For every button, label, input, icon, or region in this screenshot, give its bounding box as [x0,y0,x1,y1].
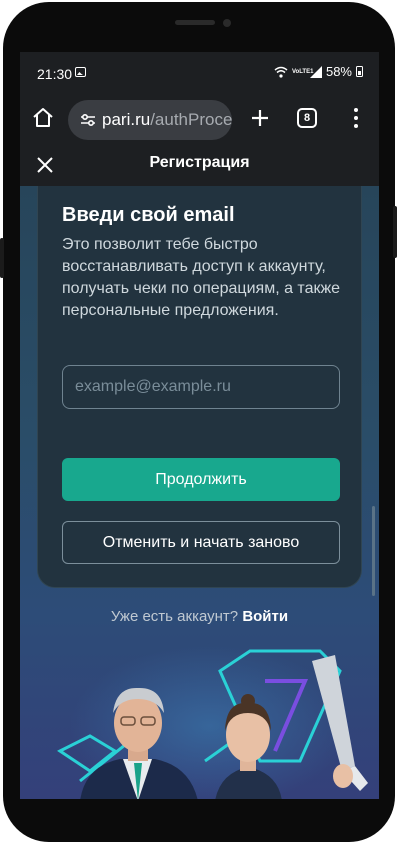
email-input[interactable] [62,365,340,409]
front-camera [223,19,231,27]
restart-button[interactable]: Отменить и начать заново [62,521,340,564]
tab-switcher-button[interactable]: 8 [297,108,317,128]
screen: 21:30 VoLTE1 58% pari.ru/authProce 8 Рег… [20,52,379,799]
volte-label: VoLTE1 [291,68,314,75]
continue-button[interactable]: Продолжить [62,458,340,501]
gallery-notification-icon [75,67,86,77]
wifi-icon [274,66,288,78]
app-header: Регистрация [20,148,379,186]
url-path: /authProce [150,110,232,129]
login-prompt-text: Уже есть аккаунт? [110,608,239,625]
login-link[interactable]: Войти [242,608,288,625]
battery-percent: 58% [325,64,352,79]
new-tab-icon[interactable] [248,106,272,130]
signal-icon [309,65,322,78]
registration-content: Введи свой email Это позволит тебе быстр… [20,186,379,799]
email-card: Введи свой email Это позволит тебе быстр… [37,186,362,588]
status-bar: 21:30 VoLTE1 58% [20,52,379,92]
battery-icon [356,66,363,77]
promo-banner-image [57,646,368,799]
site-settings-icon[interactable] [80,112,96,128]
page-title: Регистрация [149,154,250,171]
side-button [393,206,397,258]
volume-button [0,238,4,278]
email-description: Это позволит тебе быстро восстанавливать… [62,236,341,319]
scrollbar[interactable] [372,506,375,596]
address-bar[interactable]: pari.ru/authProce [68,100,232,140]
browser-toolbar: pari.ru/authProce 8 [20,92,379,148]
home-icon[interactable] [31,106,55,130]
status-time: 21:30 [37,66,73,82]
login-prompt: Уже есть аккаунт? Войти [20,608,379,625]
url-host: pari.ru [102,110,151,129]
speaker-grille [175,20,215,25]
browser-menu-icon[interactable] [346,106,366,130]
email-heading: Введи свой email [62,204,235,226]
